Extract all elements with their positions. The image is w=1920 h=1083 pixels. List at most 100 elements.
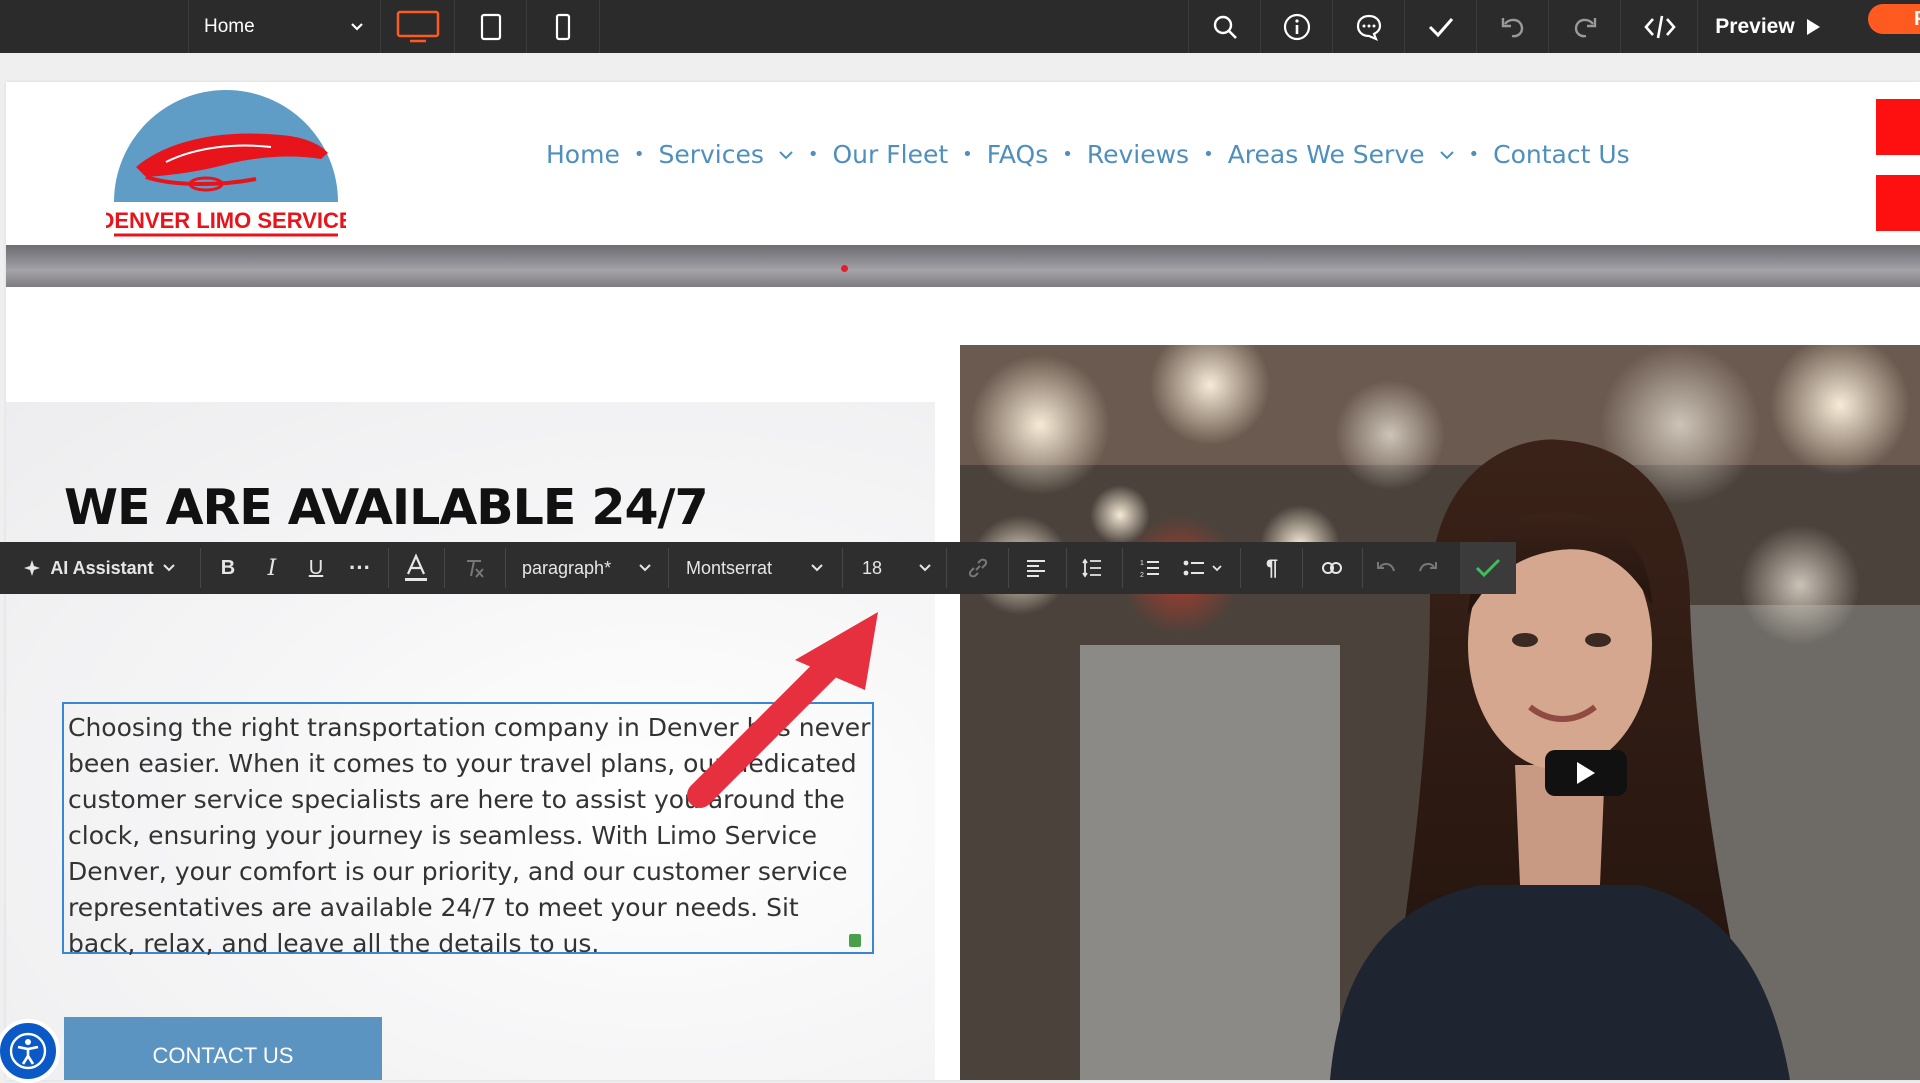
- preview-button[interactable]: Preview: [1697, 0, 1838, 53]
- code-icon: [1643, 15, 1676, 38]
- line-height-button[interactable]: [1070, 542, 1114, 594]
- publish-button[interactable]: P: [1868, 4, 1920, 34]
- text-color-button[interactable]: [396, 542, 436, 594]
- underline-icon: U: [308, 556, 324, 579]
- align-left-button[interactable]: [1014, 542, 1058, 594]
- nav-label: FAQs: [986, 140, 1049, 169]
- text-undo-button[interactable]: [1366, 542, 1406, 594]
- chevron-down-icon: [1439, 150, 1454, 159]
- italic-icon: I: [267, 555, 277, 581]
- chevron-down-icon: [779, 150, 793, 159]
- play-icon: [1806, 18, 1820, 35]
- info-button[interactable]: [1260, 0, 1333, 53]
- tablet-view-button[interactable]: [454, 0, 527, 53]
- bold-icon: B: [220, 556, 236, 579]
- nav-item-faqs[interactable]: FAQs: [987, 140, 1048, 169]
- paragraph-button[interactable]: ¶: [1250, 542, 1294, 594]
- nav-separator: •: [807, 144, 819, 165]
- contact-us-button[interactable]: CONTACT US: [64, 1017, 382, 1080]
- nav-item-services[interactable]: Services: [658, 140, 793, 169]
- font-size-select[interactable]: 18: [850, 542, 940, 594]
- nav-separator: •: [1468, 144, 1480, 165]
- link-icon: [968, 558, 988, 578]
- chevron-down-icon: [811, 564, 823, 572]
- svg-text:2: 2: [1140, 572, 1144, 578]
- block-type-value: paragraph*: [522, 557, 612, 578]
- video-embed[interactable]: [960, 345, 1920, 1080]
- ordered-list-button[interactable]: 12: [1128, 542, 1172, 594]
- ai-assistant-button[interactable]: AI Assistant: [14, 542, 184, 594]
- save-check-button[interactable]: [1404, 0, 1477, 53]
- tablet-icon: [480, 13, 502, 40]
- chevron-down-icon: [1212, 564, 1222, 571]
- ai-assistant-label: AI Assistant: [50, 557, 154, 578]
- nav-item-areas-we-serve[interactable]: Areas We Serve: [1228, 140, 1455, 169]
- clear-format-icon: [467, 560, 484, 578]
- bullet-list-button[interactable]: [1176, 542, 1230, 594]
- redo-button[interactable]: [1548, 0, 1621, 53]
- nav-separator: •: [1062, 144, 1073, 165]
- unlink-icon: [1322, 562, 1342, 574]
- desktop-view-button[interactable]: [380, 0, 455, 53]
- code-button[interactable]: [1620, 0, 1698, 53]
- text-block-resize-handle[interactable]: [849, 934, 861, 947]
- confirm-icon: [1475, 558, 1501, 578]
- video-thumbnail: [960, 345, 1920, 1080]
- clear-format-button[interactable]: [452, 542, 496, 594]
- sparkle-icon: [24, 560, 41, 576]
- bold-button[interactable]: B: [208, 542, 248, 594]
- undo-icon: [1377, 562, 1395, 572]
- search-button[interactable]: [1188, 0, 1261, 53]
- font-family-select[interactable]: Montserrat: [676, 542, 834, 594]
- publish-label: P: [1914, 8, 1920, 30]
- unlink-button[interactable]: [1310, 542, 1354, 594]
- underline-button[interactable]: U: [296, 542, 336, 594]
- text-redo-button[interactable]: [1408, 542, 1448, 594]
- nav-item-home[interactable]: Home: [546, 140, 620, 169]
- nav-item-our-fleet[interactable]: Our Fleet: [833, 140, 949, 169]
- block-type-select[interactable]: paragraph*: [512, 542, 662, 594]
- redo-icon: [1419, 562, 1437, 572]
- svg-text:1: 1: [1140, 560, 1144, 567]
- nav-label: Contact Us: [1493, 140, 1630, 169]
- check-icon: [1428, 17, 1454, 37]
- more-icon: ···: [349, 555, 371, 580]
- header-red-block[interactable]: [1876, 175, 1920, 231]
- nav-item-reviews[interactable]: Reviews: [1087, 140, 1189, 169]
- desktop-icon: [396, 10, 440, 42]
- nav-label: Areas We Serve: [1227, 140, 1425, 169]
- nav-separator: •: [962, 144, 973, 165]
- banner-marker: [841, 265, 848, 272]
- ordered-list-icon: 12: [1140, 560, 1159, 578]
- more-button[interactable]: ···: [340, 542, 380, 594]
- play-icon: [1577, 762, 1595, 784]
- page-selector[interactable]: Home: [188, 0, 378, 53]
- chevron-down-icon: [351, 22, 363, 31]
- comment-icon: [1356, 14, 1382, 41]
- site-header: DENVER LIMO SERVICE Home • Services • Ou…: [6, 82, 1920, 245]
- nav-label: Home: [546, 140, 620, 169]
- site-logo[interactable]: DENVER LIMO SERVICE: [98, 87, 354, 242]
- nav-item-contact-us[interactable]: Contact Us: [1493, 140, 1630, 169]
- italic-button[interactable]: I: [252, 542, 292, 594]
- editor-topbar: Home Preview P: [0, 0, 1920, 53]
- accessibility-icon: [9, 1032, 47, 1070]
- mobile-view-button[interactable]: [526, 0, 600, 53]
- info-icon: [1283, 13, 1311, 40]
- video-play-button[interactable]: [1545, 750, 1627, 796]
- confirm-text-button[interactable]: [1460, 542, 1516, 594]
- preview-label: Preview: [1715, 14, 1795, 38]
- undo-button[interactable]: [1476, 0, 1549, 53]
- nav-label: Our Fleet: [832, 140, 949, 169]
- paragraph-icon: ¶: [1265, 555, 1279, 580]
- font-family-value: Montserrat: [686, 557, 773, 578]
- comments-button[interactable]: [1332, 0, 1405, 53]
- header-red-block[interactable]: [1876, 99, 1920, 155]
- editable-text-block[interactable]: Choosing the right transportation compan…: [62, 702, 874, 958]
- link-button[interactable]: [956, 542, 1000, 594]
- chevron-down-icon: [639, 564, 651, 572]
- chevron-down-icon: [162, 564, 175, 572]
- mobile-icon: [555, 13, 571, 40]
- line-height-icon: [1082, 558, 1101, 578]
- font-size-value: 18: [862, 557, 883, 578]
